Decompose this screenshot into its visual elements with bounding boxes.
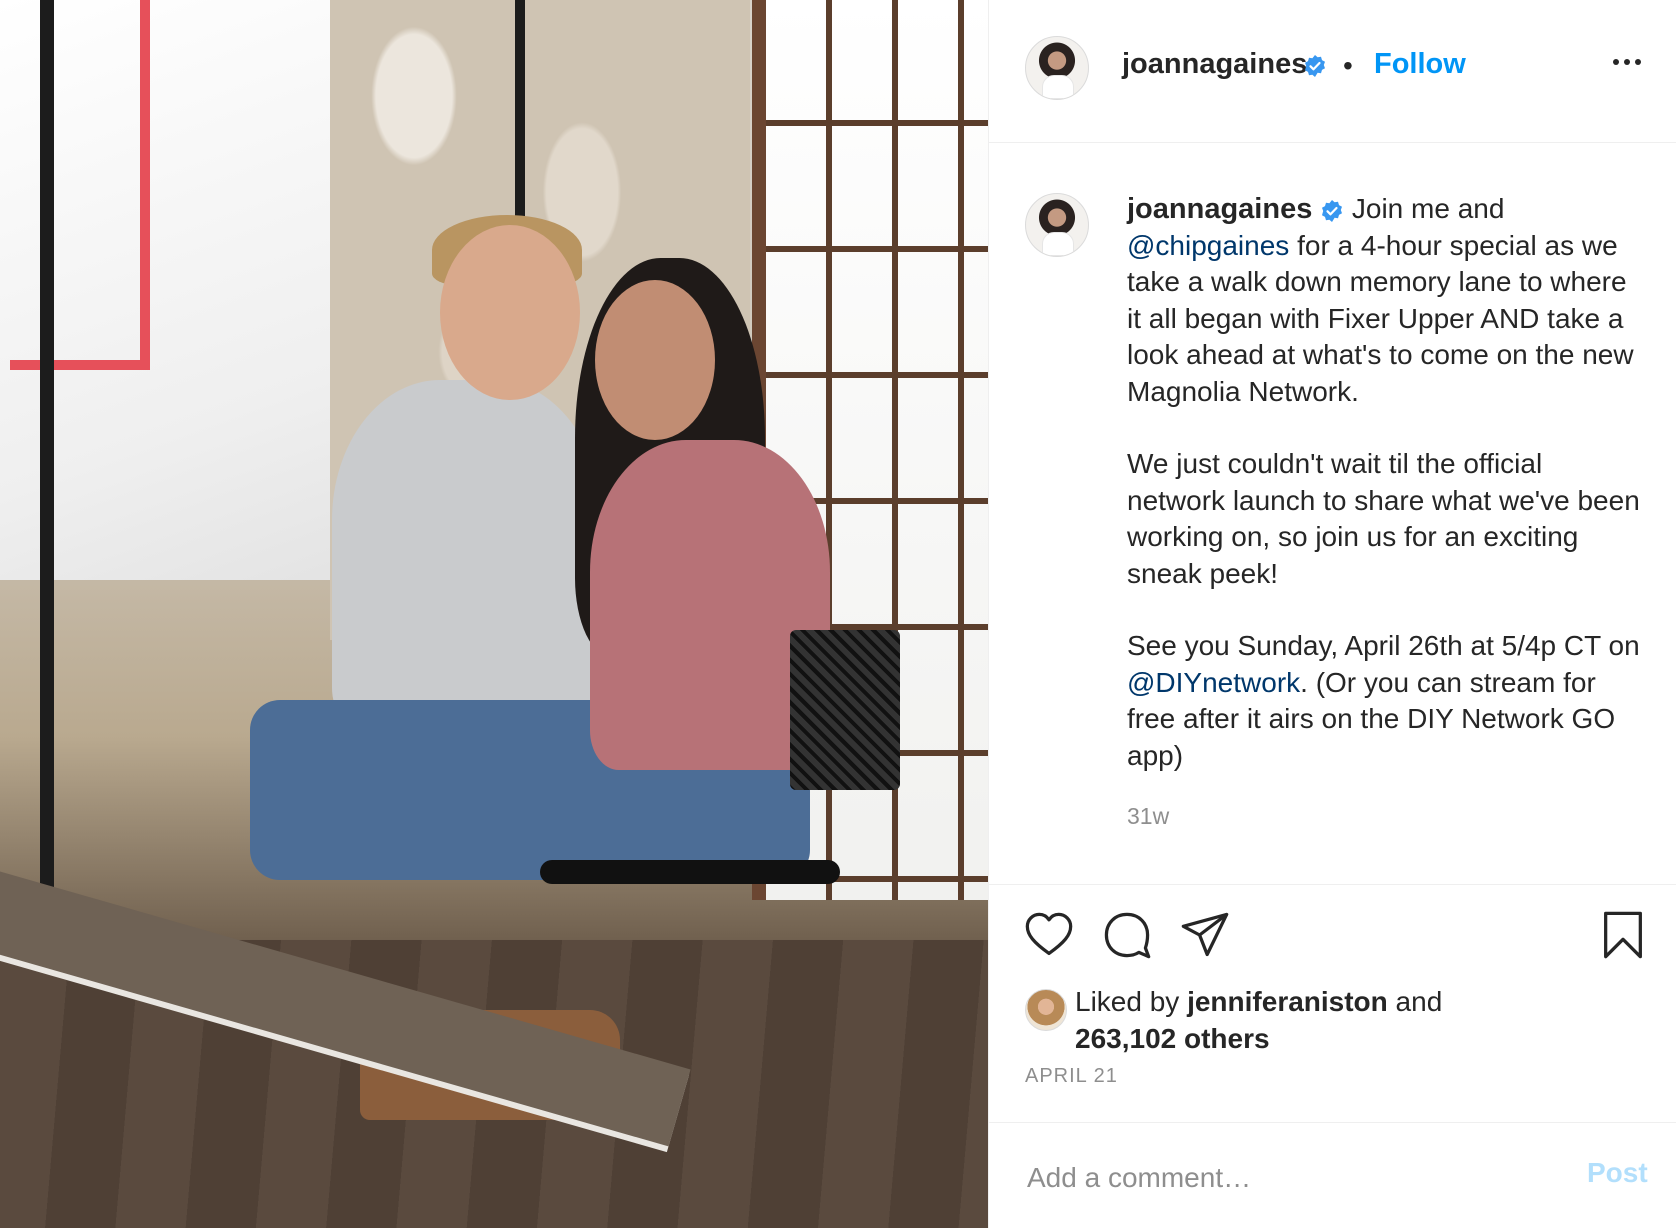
more-options-icon[interactable]	[1609, 50, 1645, 74]
post-time-ago[interactable]: 31w	[1127, 803, 1169, 830]
heart-icon[interactable]	[1023, 909, 1075, 961]
author-username[interactable]: joannagaines	[1122, 48, 1307, 81]
verified-badge-icon	[1322, 199, 1343, 222]
caption-author-avatar[interactable]	[1025, 193, 1089, 257]
likes-text: Liked by jenniferaniston and 263,102 oth…	[1075, 983, 1575, 1057]
bookmark-icon[interactable]	[1597, 909, 1649, 961]
verified-badge-icon	[1305, 55, 1325, 77]
post-comment-button[interactable]: Post	[1587, 1157, 1648, 1189]
caption-text-3: See you Sunday, April 26th at 5/4p CT on	[1127, 630, 1640, 661]
follow-button[interactable]: Follow	[1374, 48, 1466, 81]
post-actions: Liked by jenniferaniston and 263,102 oth…	[989, 884, 1676, 1088]
photo-stool-back	[790, 630, 900, 790]
likes-count[interactable]: 263,102 others	[1075, 1023, 1270, 1054]
caption-text-1: Join me and	[1344, 193, 1505, 224]
header-separator: •	[1343, 50, 1353, 81]
liker-username[interactable]: jenniferaniston	[1187, 986, 1388, 1017]
author-avatar[interactable]	[1025, 36, 1089, 100]
comment-bubble-icon[interactable]	[1101, 909, 1153, 961]
mention-chipgaines[interactable]: @chipgaines	[1127, 230, 1289, 261]
photo-man-sweater	[332, 380, 602, 730]
caption-area: joannagaines Join me and @chipgaines for…	[989, 143, 1676, 883]
caption-paragraph-2: We just couldn't wait til the official n…	[1127, 448, 1640, 589]
post-side-panel: joannagaines • Follow joannagaines Join …	[988, 0, 1676, 1228]
liker-avatar[interactable]	[1025, 989, 1067, 1031]
photo-red-frame	[10, 0, 150, 370]
comment-bar: Post	[989, 1122, 1676, 1229]
photo-stool-seat	[540, 860, 840, 884]
photo-man-face	[440, 225, 580, 400]
post-caption: joannagaines Join me and @chipgaines for…	[1127, 191, 1647, 774]
caption-author-username[interactable]: joannagaines	[1127, 193, 1312, 225]
post-date[interactable]: APRIL 21	[1025, 1065, 1118, 1088]
post-photo[interactable]	[0, 0, 988, 1228]
mention-diynetwork[interactable]: @DIYnetwork	[1127, 667, 1300, 698]
likes-middle: and	[1387, 986, 1443, 1017]
comment-input[interactable]	[1025, 1155, 1549, 1201]
paper-plane-icon[interactable]	[1179, 909, 1231, 961]
post-header: joannagaines • Follow	[989, 0, 1676, 143]
likes-prefix: Liked by	[1075, 986, 1188, 1017]
photo-woman-face	[595, 280, 715, 440]
